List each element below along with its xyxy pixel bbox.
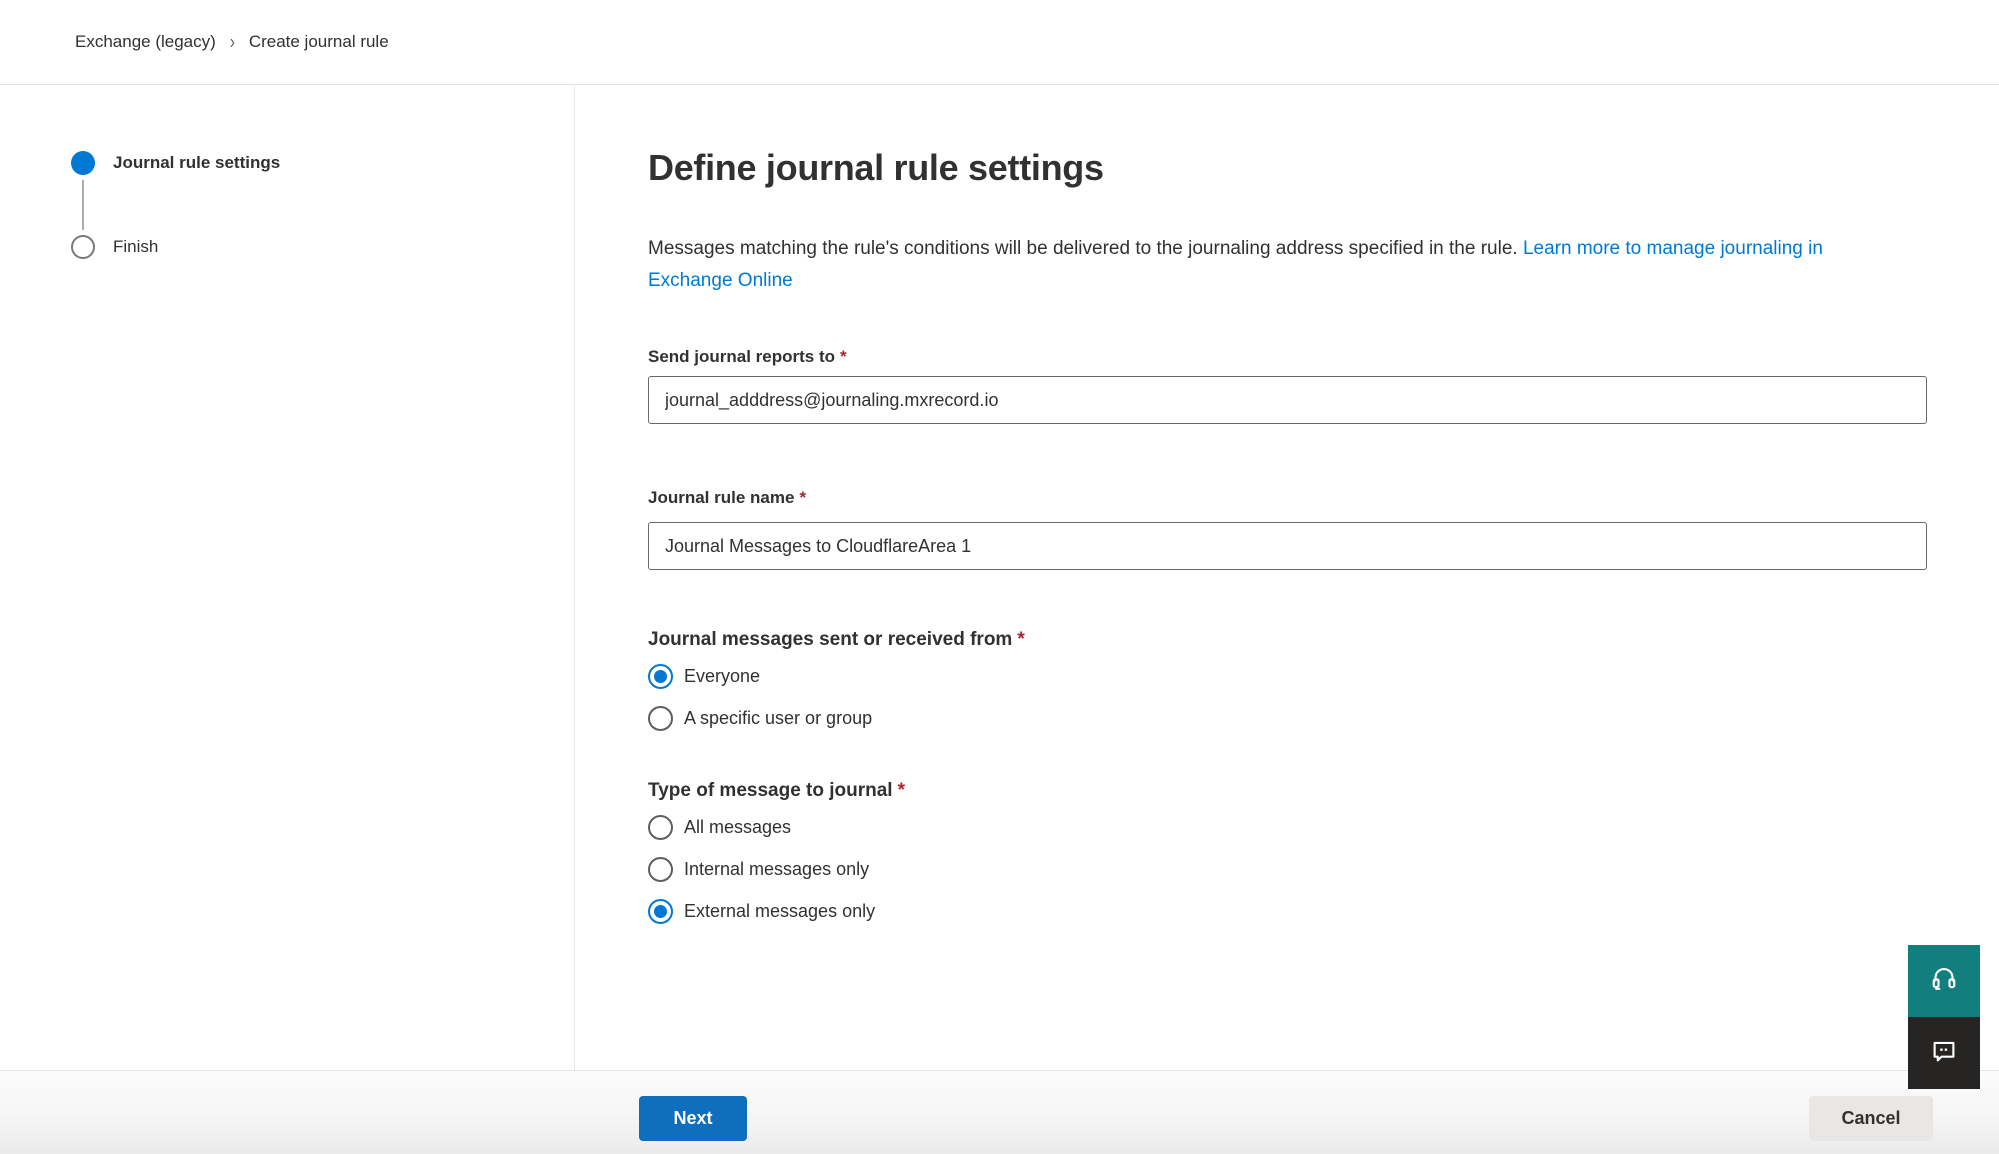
- wizard-step-label: Finish: [113, 237, 158, 257]
- help-button[interactable]: [1908, 945, 1980, 1017]
- type-of-message-label: Type of message to journal*: [648, 780, 1999, 802]
- radio-external-messages-only[interactable]: External messages only: [648, 898, 1999, 924]
- radio-button-icon[interactable]: [648, 899, 673, 924]
- page-title: Define journal rule settings: [648, 147, 1999, 189]
- required-asterisk: *: [840, 347, 847, 366]
- label-text: Type of message to journal: [648, 780, 893, 801]
- radio-label: Internal messages only: [684, 859, 869, 880]
- headset-icon: [1929, 964, 1959, 999]
- chat-icon: [1929, 1036, 1959, 1071]
- label-text: Journal messages sent or received from: [648, 629, 1012, 650]
- wizard-step-journal-rule-settings[interactable]: Journal rule settings: [71, 150, 574, 176]
- feedback-button[interactable]: [1908, 1017, 1980, 1089]
- side-utility-buttons: [1908, 945, 1980, 1089]
- wizard-step-label: Journal rule settings: [113, 153, 280, 173]
- radio-label: All messages: [684, 817, 791, 838]
- radio-label: External messages only: [684, 901, 875, 922]
- radio-button-icon[interactable]: [648, 664, 673, 689]
- radio-label: Everyone: [684, 666, 760, 687]
- inactive-step-circle-icon: [71, 235, 95, 259]
- radio-label: A specific user or group: [684, 708, 872, 729]
- required-asterisk: *: [799, 488, 806, 507]
- next-button[interactable]: Next: [639, 1096, 747, 1141]
- radio-everyone[interactable]: Everyone: [648, 663, 1999, 689]
- journal-rule-name-label: Journal rule name *: [648, 488, 1999, 508]
- chevron-right-icon: ›: [230, 31, 235, 54]
- radio-internal-messages-only[interactable]: Internal messages only: [648, 856, 1999, 882]
- breadcrumb-create-journal-rule: Create journal rule: [249, 32, 389, 52]
- action-bar: Next Cancel: [0, 1070, 1999, 1154]
- wizard-step-finish[interactable]: Finish: [71, 234, 574, 260]
- radio-all-messages[interactable]: All messages: [648, 814, 1999, 840]
- step-connector-line: [82, 180, 84, 230]
- active-step-dot-icon: [71, 151, 95, 175]
- radio-button-icon[interactable]: [648, 706, 673, 731]
- breadcrumb: Exchange (legacy) › Create journal rule: [0, 0, 1999, 85]
- journal-rule-name-input[interactable]: [648, 522, 1927, 570]
- radio-button-icon[interactable]: [648, 857, 673, 882]
- wizard-steps-panel: Journal rule settings Finish: [0, 86, 575, 1070]
- main-panel: Define journal rule settings Messages ma…: [576, 86, 1999, 1070]
- radio-specific-user-or-group[interactable]: A specific user or group: [648, 705, 1999, 731]
- radio-button-icon[interactable]: [648, 815, 673, 840]
- required-asterisk: *: [1017, 629, 1024, 650]
- description-static: Messages matching the rule's conditions …: [648, 238, 1523, 259]
- cancel-button[interactable]: Cancel: [1809, 1096, 1933, 1141]
- send-journal-reports-input[interactable]: [648, 376, 1927, 424]
- description-text: Messages matching the rule's conditions …: [648, 233, 1880, 297]
- label-text: Journal rule name: [648, 488, 794, 507]
- send-journal-reports-label: Send journal reports to *: [648, 347, 1999, 367]
- required-asterisk: *: [898, 780, 905, 801]
- journal-messages-scope-label: Journal messages sent or received from*: [648, 629, 1999, 651]
- breadcrumb-exchange-legacy[interactable]: Exchange (legacy): [75, 32, 216, 52]
- label-text: Send journal reports to: [648, 347, 835, 366]
